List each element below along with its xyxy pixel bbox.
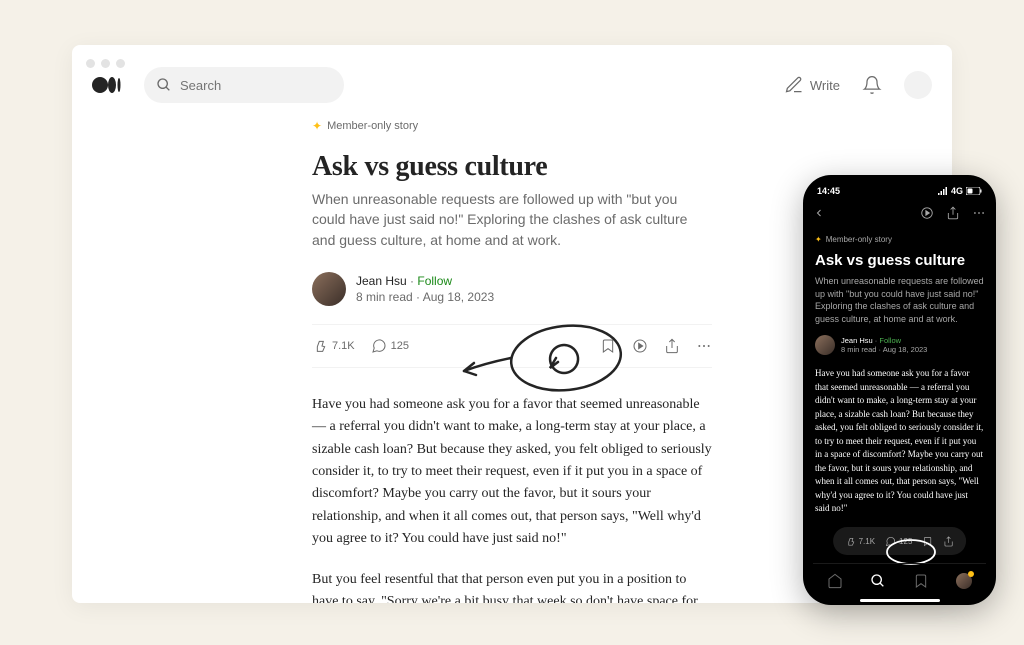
share-icon[interactable] — [946, 206, 960, 220]
mobile-author-avatar[interactable] — [815, 335, 835, 355]
mobile-top-nav — [813, 199, 986, 227]
search-icon — [156, 77, 172, 93]
profile-tab-icon[interactable] — [956, 573, 972, 589]
mobile-tab-bar — [813, 563, 986, 597]
mobile-bookmark-icon[interactable] — [922, 536, 933, 547]
clap-count: 7.1K — [332, 340, 355, 352]
minimize-window-button[interactable] — [101, 59, 110, 68]
follow-button[interactable]: Follow — [417, 274, 452, 288]
mobile-member-badge: ✦ Member-only story — [815, 235, 984, 244]
mobile-status-bar: 14:45 4G — [813, 183, 986, 199]
write-label: Write — [810, 78, 840, 93]
home-indicator — [860, 599, 940, 602]
mobile-author-byline: Jean Hsu · Follow 8 min read · Aug 18, 2… — [815, 335, 984, 355]
clap-icon — [312, 338, 328, 354]
mobile-time: 14:45 — [817, 186, 840, 196]
search-input[interactable] — [180, 78, 332, 93]
more-icon[interactable] — [696, 338, 712, 354]
comment-count: 125 — [391, 340, 409, 352]
bookmarks-tab-icon[interactable] — [913, 573, 929, 589]
mobile-follow-button[interactable]: Follow — [879, 336, 901, 345]
mobile-clap-button[interactable]: 7.1K — [845, 536, 875, 547]
author-byline: Jean Hsu · Follow 8 min read · Aug 18, 2… — [312, 272, 712, 306]
member-badge-label: Member-only story — [327, 120, 418, 132]
user-avatar[interactable] — [904, 71, 932, 99]
mobile-floating-engagement-bar: 7.1K 125 — [833, 527, 967, 555]
mobile-member-badge-label: Member-only story — [826, 235, 892, 244]
mobile-article: ✦ Member-only story Ask vs guess culture… — [813, 227, 986, 524]
article-title: Ask vs guess culture — [312, 151, 712, 183]
article-subtitle: When unreasonable requests are followed … — [312, 189, 712, 250]
member-only-badge: ✦ Member-only story — [312, 119, 712, 133]
engagement-bar: 7.1K 125 — [312, 324, 712, 368]
publish-date: Aug 18, 2023 — [423, 290, 494, 304]
mobile-read-time: 8 min read — [841, 345, 876, 354]
star-icon: ✦ — [312, 119, 322, 133]
bookmark-icon[interactable] — [600, 338, 616, 354]
maximize-window-button[interactable] — [116, 59, 125, 68]
author-avatar[interactable] — [312, 272, 346, 306]
mobile-clap-count: 7.1K — [859, 537, 875, 546]
mobile-article-body: Have you had someone ask you for a favor… — [815, 367, 984, 516]
author-name[interactable]: Jean Hsu — [356, 274, 407, 288]
close-window-button[interactable] — [86, 59, 95, 68]
play-icon[interactable] — [632, 338, 648, 354]
mobile-device-mockup: 14:45 4G ✦ Member-only story Ask vs gues… — [803, 175, 996, 605]
comment-icon — [371, 338, 387, 354]
search-tab-icon[interactable] — [870, 573, 886, 589]
star-icon: ✦ — [815, 235, 822, 244]
mobile-publish-date: Aug 18, 2023 — [883, 345, 928, 354]
network-label: 4G — [951, 186, 963, 196]
comment-button[interactable]: 125 — [371, 338, 409, 354]
mobile-article-title: Ask vs guess culture — [815, 252, 984, 269]
mobile-comment-button[interactable]: 125 — [885, 536, 912, 547]
search-box[interactable] — [144, 67, 344, 103]
signal-icon — [938, 187, 948, 195]
window-controls — [86, 59, 125, 68]
share-icon[interactable] — [664, 338, 680, 354]
medium-logo[interactable] — [92, 73, 130, 97]
play-icon[interactable] — [920, 206, 934, 220]
home-tab-icon[interactable] — [827, 573, 843, 589]
article-paragraph-2: But you feel resentful that that person … — [312, 569, 712, 603]
battery-icon — [966, 187, 982, 195]
more-icon[interactable] — [972, 206, 986, 220]
back-icon[interactable] — [813, 207, 825, 219]
write-button[interactable]: Write — [784, 75, 840, 95]
mobile-share-icon[interactable] — [943, 536, 954, 547]
mobile-author-name[interactable]: Jean Hsu — [841, 336, 873, 345]
article-paragraph-1: Have you had someone ask you for a favor… — [312, 394, 712, 551]
mobile-comment-count: 125 — [899, 537, 912, 546]
notifications-icon[interactable] — [862, 75, 882, 95]
mobile-article-subtitle: When unreasonable requests are followed … — [815, 275, 984, 325]
top-nav-bar: Write — [72, 51, 952, 119]
write-icon — [784, 75, 804, 95]
clap-button[interactable]: 7.1K — [312, 338, 355, 354]
read-time: 8 min read — [356, 290, 413, 304]
